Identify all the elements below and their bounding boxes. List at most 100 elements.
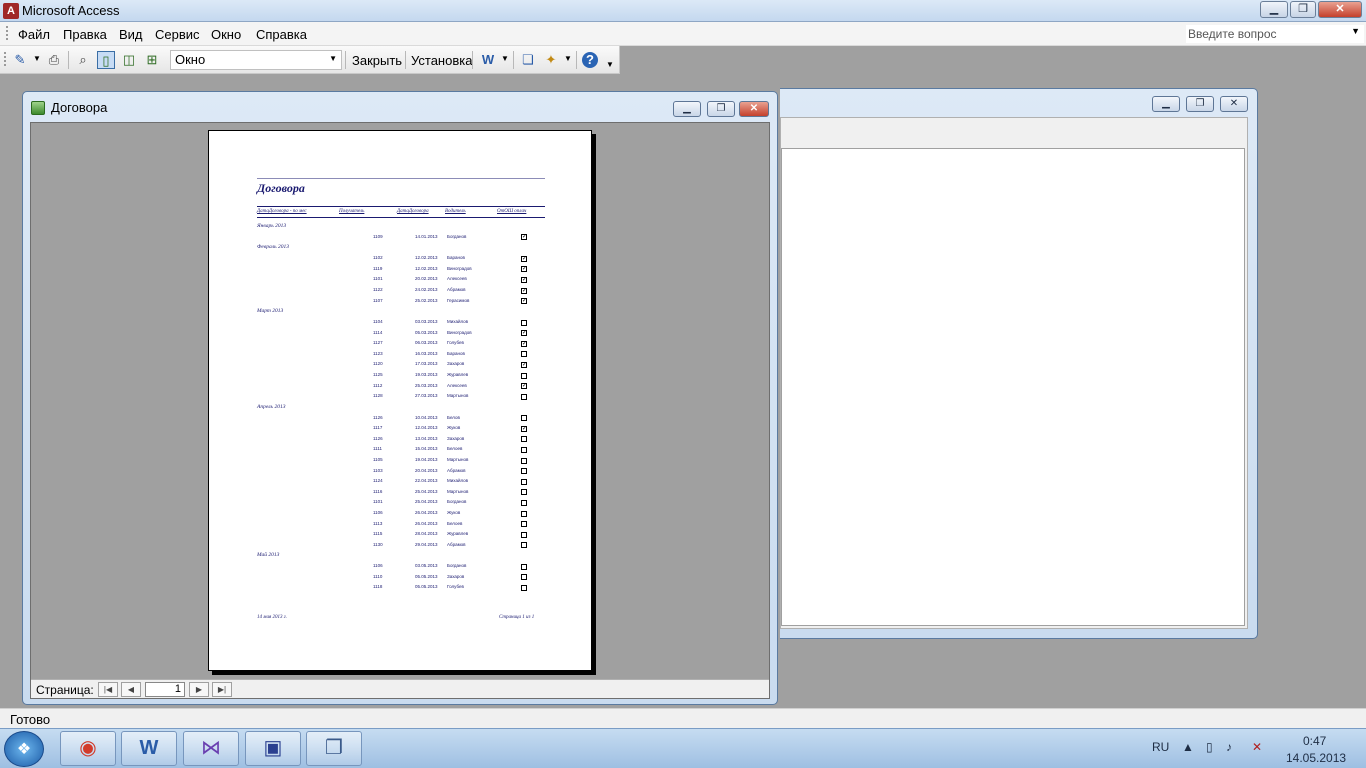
month-group-header: Январь 2013 — [257, 223, 287, 229]
driver-name: Баранов — [447, 350, 465, 356]
contract-number: 1123 — [373, 350, 383, 356]
start-button[interactable]: ❖ — [4, 731, 44, 767]
background-close-button[interactable]: ✕ — [1220, 96, 1248, 112]
word-icon[interactable]: W — [121, 731, 177, 766]
restore-button[interactable]: ❐ — [1290, 1, 1316, 18]
toolbar-options-icon[interactable]: ▼ — [606, 60, 614, 69]
status-bar: Готово — [0, 708, 1366, 728]
chrome-icon[interactable]: ◉ — [60, 731, 116, 766]
menu-window[interactable]: Окно — [211, 27, 241, 42]
help-icon[interactable]: ? — [582, 52, 598, 68]
zoom-combo[interactable]: Окно ▼ — [170, 50, 342, 70]
background-window-body — [780, 117, 1248, 629]
contract-number: 1103 — [373, 467, 383, 473]
contract-date: 12.02.2013 — [415, 265, 438, 271]
clock-time[interactable]: 0:47 — [1303, 734, 1326, 748]
driver-name: Мартынов — [447, 488, 469, 494]
page-number-input[interactable]: 1 — [145, 682, 185, 697]
visual-studio-icon[interactable]: ⋈ — [183, 731, 239, 766]
help-search-input[interactable]: Введите вопрос ▼ — [1186, 25, 1364, 43]
contract-number: 1124 — [373, 478, 383, 484]
contract-number: 1107 — [373, 297, 383, 303]
show-hidden-icons-icon[interactable]: ▲ — [1182, 740, 1194, 754]
clock-date[interactable]: 14.05.2013 — [1286, 751, 1346, 765]
contract-date: 06.03.2013 — [415, 340, 438, 346]
report-minimize-button[interactable]: ▁ — [673, 101, 701, 117]
menu-file[interactable]: Файл — [18, 27, 50, 42]
app-title: Microsoft Access — [22, 3, 120, 18]
design-view-icon[interactable]: ✎ — [11, 51, 29, 69]
save-icon[interactable]: ▣ — [245, 731, 301, 766]
status-text: Готово — [10, 712, 51, 727]
menu-help[interactable]: Справка — [256, 27, 307, 42]
paid-checkbox — [521, 436, 527, 443]
toolbar-grip[interactable] — [4, 52, 6, 68]
close-preview-button[interactable]: Закрыть — [352, 53, 402, 68]
column-header-driver: Водитель — [445, 209, 466, 214]
battery-icon[interactable]: ▯ — [1206, 740, 1213, 754]
paid-checkbox — [521, 531, 527, 538]
driver-name: Абрамов — [447, 467, 466, 473]
driver-name: Алексеев — [447, 382, 467, 388]
next-page-button[interactable]: ▶ — [189, 682, 209, 697]
minimize-button[interactable]: ▁ — [1260, 1, 1288, 18]
driver-name: Захаров — [447, 435, 465, 441]
contract-number: 1102 — [373, 255, 383, 261]
contract-date: 19.04.2013 — [415, 457, 438, 462]
word-export-icon[interactable]: W — [479, 51, 497, 69]
last-page-button[interactable]: ▶| — [212, 682, 232, 697]
volume-icon[interactable]: ♪ — [1226, 740, 1232, 754]
menu-view[interactable]: Вид — [119, 27, 143, 42]
language-indicator[interactable]: RU — [1152, 740, 1169, 754]
preview-area[interactable]: Договора ДатаДоговора - по мес Получател… — [30, 122, 770, 699]
report-window: Договора ▁ ❐ ✕ Договора ДатаДоговора - п… — [22, 91, 778, 705]
column-header-month: ДатаДоговора - по мес — [257, 209, 307, 214]
contract-date: 14.01.2013 — [415, 233, 438, 239]
prev-page-button[interactable]: ◀ — [121, 682, 141, 697]
driver-name: Герасимов — [447, 297, 470, 303]
background-minimize-button[interactable]: ▁ — [1152, 96, 1180, 112]
report-page[interactable]: Договора ДатаДоговора - по мес Получател… — [208, 130, 592, 671]
chevron-down-icon[interactable]: ▼ — [329, 54, 337, 63]
first-page-button[interactable]: |◀ — [98, 682, 118, 697]
menu-edit[interactable]: Правка — [63, 27, 107, 42]
page-setup-button[interactable]: Установка — [411, 53, 472, 68]
report-restore-button[interactable]: ❐ — [707, 101, 735, 117]
paid-checkbox: ✓ — [521, 340, 528, 347]
two-pages-icon[interactable]: ◫ — [120, 51, 138, 69]
close-button[interactable]: ✕ — [1318, 1, 1362, 18]
background-restore-button[interactable]: ❐ — [1186, 96, 1214, 112]
database-window-icon[interactable]: ❏ — [519, 51, 537, 69]
menubar-grip[interactable] — [6, 26, 8, 42]
paid-checkbox: ✓ — [521, 330, 528, 337]
column-header-rule-bottom — [257, 217, 545, 218]
driver-name: Богданов — [447, 233, 467, 239]
print-icon[interactable]: ⎙ — [45, 51, 63, 69]
background-window-content[interactable] — [781, 148, 1245, 626]
contract-date: 05.05.2013 — [415, 584, 438, 590]
contract-number: 1128 — [373, 393, 383, 399]
paid-checkbox — [521, 457, 527, 464]
windows-icon[interactable]: ❐ — [306, 731, 362, 766]
paid-checkbox — [521, 446, 527, 453]
contract-number: 1127 — [373, 340, 383, 346]
network-icon[interactable]: ✕ — [1252, 740, 1262, 754]
chevron-down-icon[interactable]: ▼ — [564, 54, 572, 63]
driver-name: Захаров — [447, 573, 465, 579]
report-close-button[interactable]: ✕ — [739, 101, 769, 117]
menu-tools[interactable]: Сервис — [155, 27, 200, 42]
chevron-down-icon[interactable]: ▼ — [501, 54, 509, 63]
new-object-icon[interactable]: ✦ — [542, 51, 560, 69]
zoom-icon[interactable]: ⌕ — [74, 51, 92, 69]
paid-checkbox — [521, 372, 527, 379]
contract-date: 16.03.2013 — [415, 350, 438, 356]
one-page-icon[interactable]: ▯ — [97, 51, 115, 69]
contract-date: 03.03.2013 — [415, 319, 438, 324]
contract-number: 1125 — [373, 372, 383, 377]
paid-checkbox: ✓ — [521, 276, 528, 283]
column-header-recipient: Получатель — [339, 209, 365, 214]
contract-number: 1111 — [373, 446, 383, 452]
multiple-pages-icon[interactable]: ⊞ — [143, 51, 161, 69]
chevron-down-icon[interactable]: ▼ — [1351, 26, 1360, 36]
chevron-down-icon[interactable]: ▼ — [33, 54, 41, 63]
